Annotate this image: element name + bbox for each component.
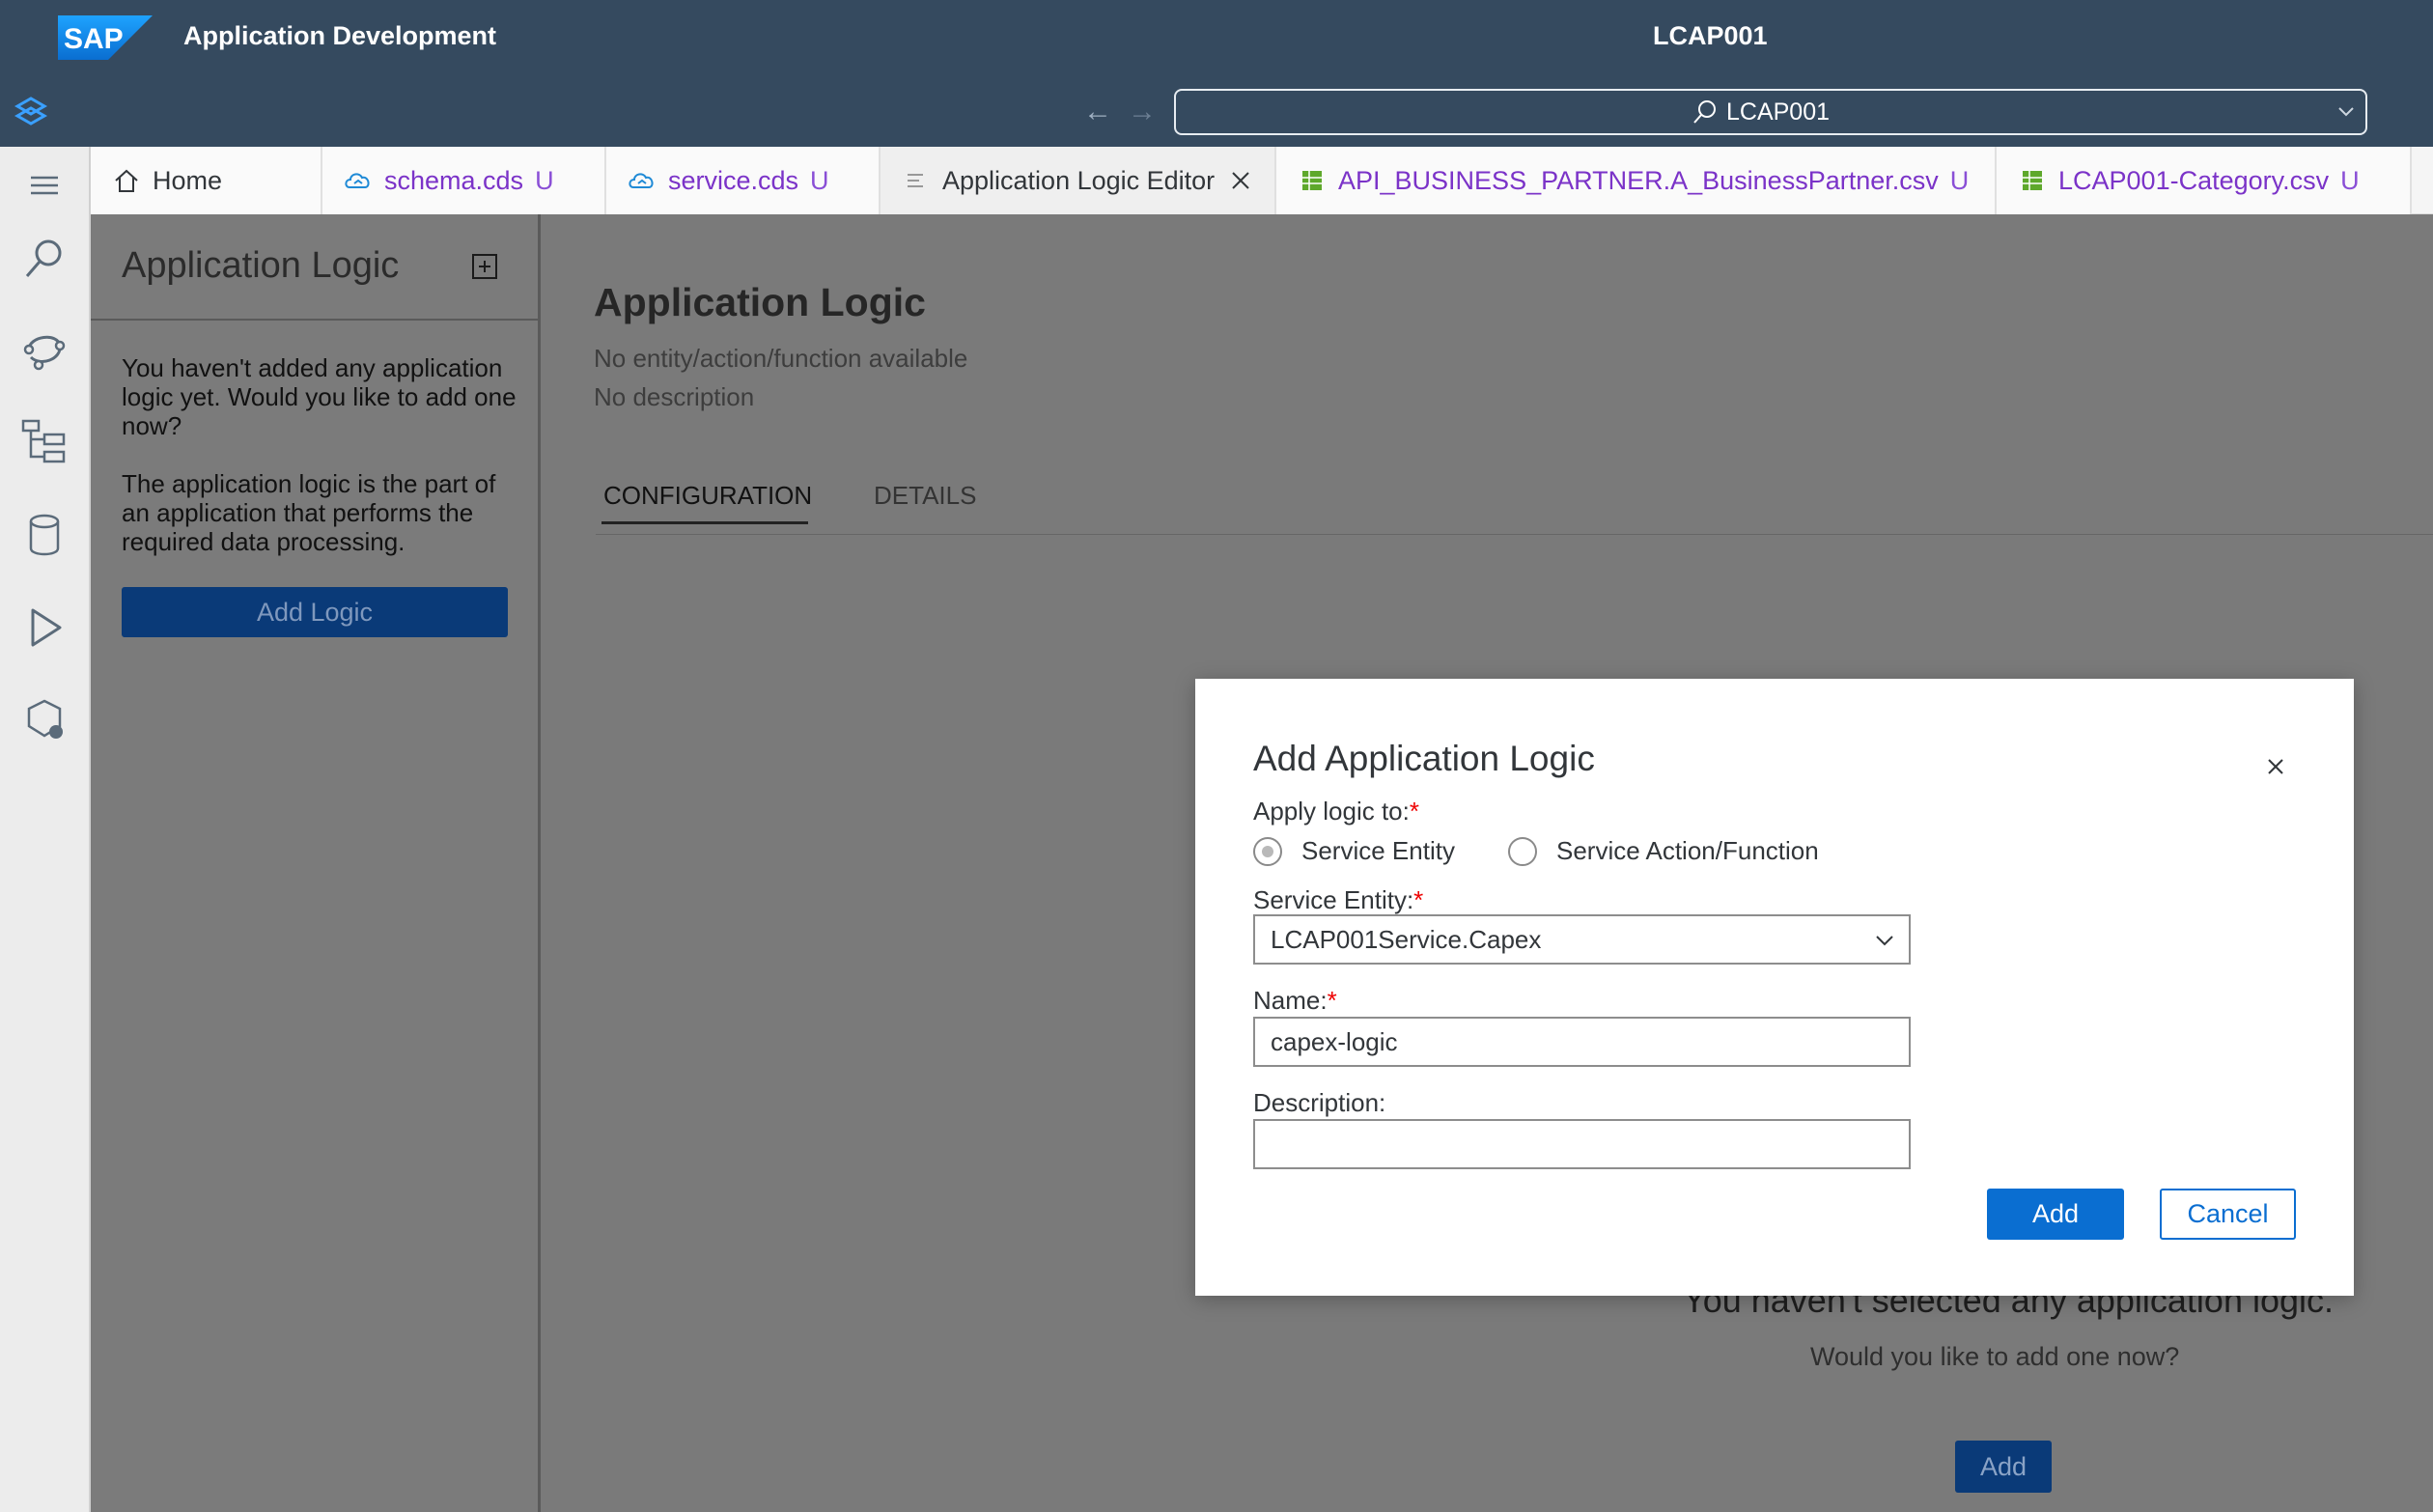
service-entity-label: Service Entity:*	[1253, 885, 1424, 914]
name-label: Name:*	[1253, 986, 1337, 1015]
add-logic-button[interactable]: Add Logic	[122, 587, 508, 637]
description-label: Description:	[1253, 1088, 1386, 1117]
tab-label: API_BUSINESS_PARTNER.A_BusinessPartner.c…	[1338, 165, 1939, 195]
name-input[interactable]: capex-logic	[1253, 1017, 1911, 1067]
cds-file-icon	[345, 173, 370, 188]
radio-button-selected[interactable]	[1253, 836, 1282, 866]
cds-file-icon	[629, 173, 654, 188]
app-title: Application Development	[183, 21, 497, 50]
description-input[interactable]	[1253, 1119, 1911, 1169]
radio-button[interactable]	[1508, 836, 1537, 866]
select-value: LCAP001Service.Capex	[1271, 924, 1542, 954]
required-marker: *	[1327, 986, 1337, 1015]
required-marker: *	[1413, 885, 1424, 914]
dialog-title: Add Application Logic	[1253, 739, 1595, 778]
dialog-cancel-button[interactable]: Cancel	[2160, 1189, 2296, 1240]
tab-label: service.cds	[668, 165, 799, 195]
back-arrow-icon[interactable]: ←	[1083, 97, 1112, 127]
panel-title: Application Logic	[122, 245, 400, 286]
untracked-badge: U	[2340, 165, 2360, 195]
panel-divider	[91, 319, 541, 321]
menu-icon[interactable]	[19, 160, 70, 210]
activity-bar	[0, 147, 91, 1512]
required-marker: *	[1409, 797, 1419, 826]
name-input-value: capex-logic	[1271, 1026, 1398, 1056]
run-icon[interactable]	[19, 602, 70, 653]
empty-logic-message: You haven't added any application logic …	[122, 353, 517, 440]
radio-label: Service Entity	[1301, 836, 1455, 865]
csv-file-icon	[1302, 171, 1322, 190]
forward-arrow-icon[interactable]: →	[1128, 97, 1157, 127]
dialog-add-button[interactable]: Add	[1987, 1189, 2124, 1240]
svg-text:SAP: SAP	[64, 23, 124, 55]
tab-label: schema.cds	[384, 165, 524, 195]
tab-divider	[596, 534, 2433, 535]
untracked-badge: U	[535, 165, 554, 195]
application-logic-panel: Application Logic You haven't added any …	[91, 214, 541, 1512]
database-icon[interactable]	[19, 510, 70, 560]
project-title: LCAP001	[1653, 21, 1768, 50]
close-icon[interactable]	[2265, 756, 2286, 777]
untracked-badge: U	[810, 165, 829, 195]
add-logic-icon[interactable]	[471, 253, 498, 280]
add-application-logic-dialog: Add Application Logic Apply logic to:* S…	[1195, 679, 2354, 1296]
tab-label: Application Logic Editor	[942, 165, 1216, 195]
search-icon	[1693, 100, 1716, 124]
tab-configuration[interactable]: CONFIGURATION	[603, 481, 812, 511]
tab-label: Home	[153, 165, 223, 195]
description-text: No description	[594, 382, 755, 411]
chevron-down-icon[interactable]	[1874, 930, 1895, 951]
active-tab-indicator	[601, 521, 808, 524]
command-center-value: LCAP001	[1726, 98, 1831, 126]
home-icon	[115, 169, 138, 192]
command-center-input[interactable]: LCAP001	[1174, 89, 2367, 135]
shell-header: SAP Application Development LCAP001 ← → …	[0, 0, 2433, 147]
tab-application-logic-editor[interactable]: Application Logic Editor	[881, 147, 1276, 214]
chevron-down-icon[interactable]	[2336, 102, 2356, 122]
empty-state-subtext: Would you like to add one now?	[1810, 1342, 2180, 1371]
radio-service-action-function[interactable]: Service Action/Function	[1508, 836, 1819, 866]
business-application-studio-icon[interactable]	[14, 95, 48, 129]
tab-service-cds[interactable]: service.cds U	[606, 147, 881, 214]
tab-business-partner-csv[interactable]: API_BUSINESS_PARTNER.A_BusinessPartner.c…	[1276, 147, 1997, 214]
tab-label: LCAP001-Category.csv	[2058, 165, 2330, 195]
editor-tab-bar: Home schema.cds U service.cds U Applicat…	[91, 147, 2433, 214]
editor-title: Application Logic	[594, 280, 926, 324]
untracked-badge: U	[1949, 165, 1970, 195]
logic-info-text: The application logic is the part of an …	[122, 469, 496, 556]
add-button[interactable]: Add	[1955, 1441, 2052, 1493]
entity-text: No entity/action/function available	[594, 344, 968, 373]
apply-logic-label: Apply logic to:*	[1253, 797, 1419, 826]
source-control-icon[interactable]	[19, 324, 70, 375]
explorer-tree-icon[interactable]	[19, 417, 70, 467]
close-icon[interactable]	[1230, 170, 1251, 191]
tab-schema-cds[interactable]: schema.cds U	[322, 147, 606, 214]
radio-service-entity[interactable]: Service Entity	[1253, 836, 1455, 866]
csv-file-icon	[2023, 171, 2042, 190]
tab-category-csv[interactable]: LCAP001-Category.csv U	[1997, 147, 2412, 214]
deploy-icon[interactable]	[19, 695, 70, 745]
search-icon[interactable]	[19, 234, 70, 284]
tab-home[interactable]: Home	[91, 147, 322, 214]
tab-details[interactable]: DETAILS	[874, 481, 976, 511]
sap-logo[interactable]: SAP	[58, 15, 153, 60]
service-entity-select[interactable]: LCAP001Service.Capex	[1253, 914, 1911, 965]
editor-icon	[908, 174, 923, 187]
radio-label: Service Action/Function	[1556, 836, 1819, 865]
